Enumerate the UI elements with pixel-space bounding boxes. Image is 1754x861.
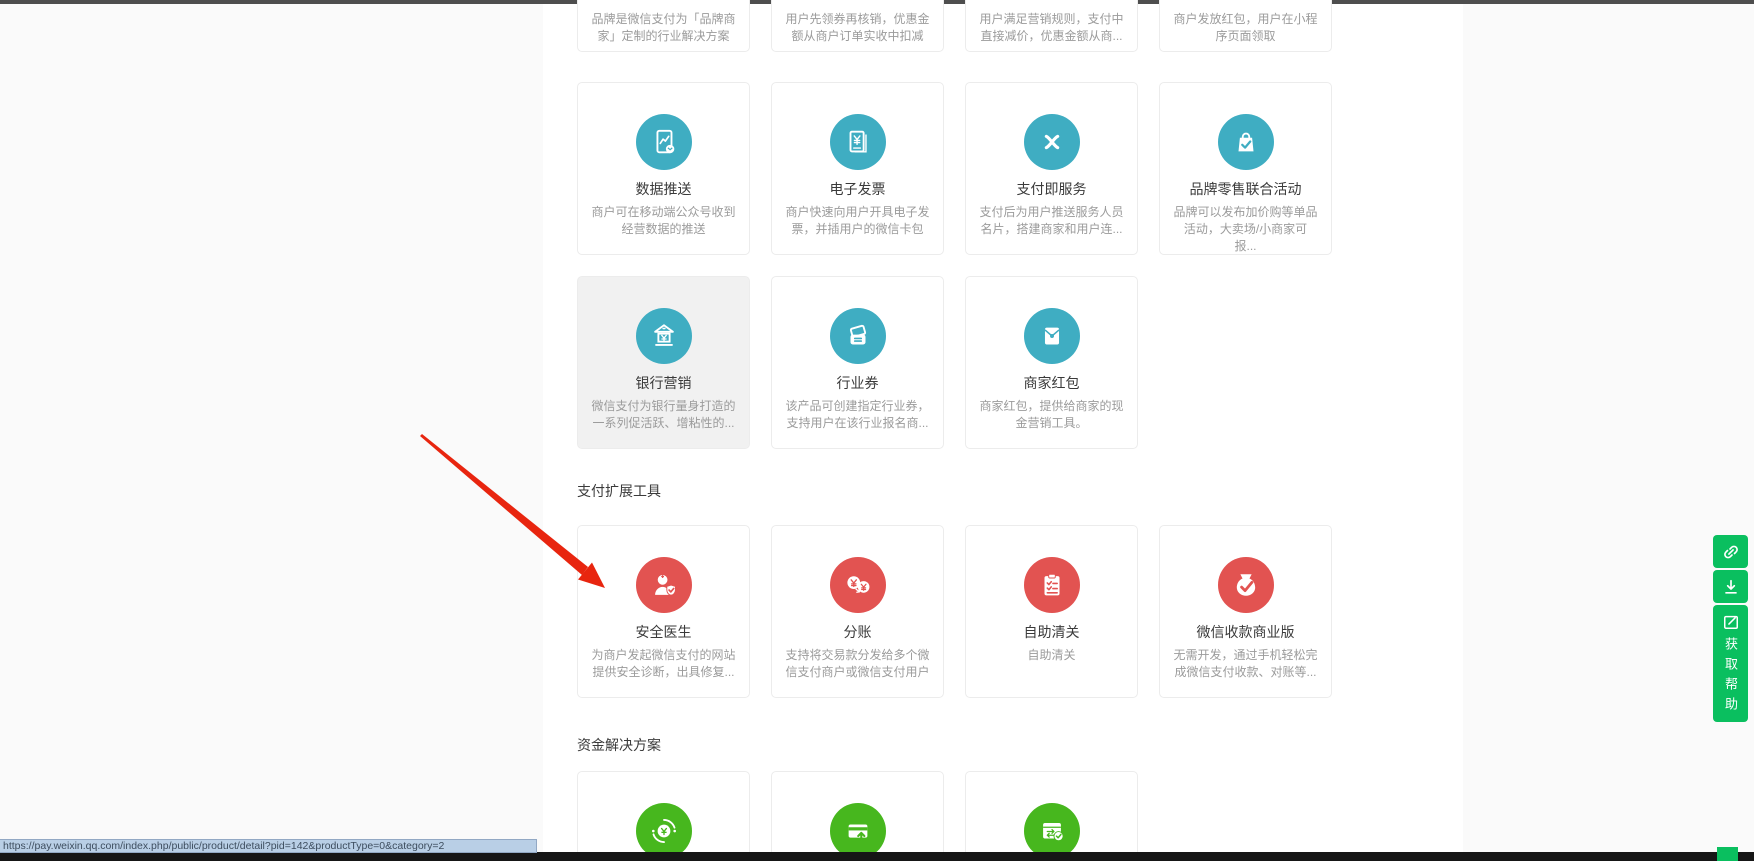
link-icon: [1721, 542, 1741, 562]
card-title: 电子发票: [785, 180, 930, 198]
product-card-brand-retail[interactable]: 品牌零售联合活动 品牌可以发布加价购等单品活动，大卖场/小商家可报...: [1159, 82, 1332, 255]
card-desc: 品牌是微信支付为「品牌商家」定制的行业解决方案: [591, 11, 736, 45]
section-title-funds-solution: 资金解决方案: [577, 735, 661, 755]
customs-clipboard-icon: [1024, 557, 1080, 613]
card-title: 支付即服务: [979, 180, 1124, 198]
download-button[interactable]: [1713, 570, 1748, 603]
product-card-coupon-redeem[interactable]: 用户先领券再核销，优惠金额从商户订单实收中扣减: [771, 0, 944, 52]
row-cut-top: 品牌是微信支付为「品牌商家」定制的行业解决方案 用户先领券再核销，优惠金额从商户…: [577, 0, 1332, 52]
card-title: 银行营销: [591, 374, 736, 392]
product-card-pay-as-service[interactable]: 支付即服务 支付后为用户推送服务人员名片，搭建商家和用户连...: [965, 82, 1138, 255]
product-card-merchant-redpacket[interactable]: 商家红包 商家红包，提供给商家的现金营销工具。: [965, 276, 1138, 449]
wallet-check-icon: [1024, 803, 1080, 859]
card-title: 分账: [785, 623, 930, 641]
product-card-discount[interactable]: 用户满足营销规则，支付中直接减价，优惠金额从商...: [965, 0, 1138, 52]
crossed-links-icon: [1024, 114, 1080, 170]
page: 品牌是微信支付为「品牌商家」定制的行业解决方案 用户先领券再核销，优惠金额从商户…: [0, 0, 1754, 861]
product-card-data-push[interactable]: 数据推送 商户可在移动端公众号收到经营数据的推送: [577, 82, 750, 255]
invoice-icon: [830, 114, 886, 170]
card-desc: 用户先领券再核销，优惠金额从商户订单实收中扣减: [785, 11, 930, 45]
bank-card-up-icon: [830, 803, 886, 859]
product-card-security-doctor[interactable]: 安全医生 为商户发起微信支付的网站提供安全诊断，出具修复...: [577, 525, 750, 698]
card-title: 微信收款商业版: [1173, 623, 1318, 641]
download-icon: [1721, 577, 1741, 597]
get-help-button[interactable]: 获取帮助: [1713, 605, 1748, 722]
red-packet-icon: [1024, 308, 1080, 364]
row-funds-solution: [577, 771, 1138, 861]
row-marketing-1: 数据推送 商户可在移动端公众号收到经营数据的推送 电子发票 商户快速向用户开具电…: [577, 82, 1332, 255]
product-card-funds-1[interactable]: [577, 771, 750, 861]
product-card-self-customs[interactable]: 自助清关 自助清关: [965, 525, 1138, 698]
card-title: 数据推送: [591, 180, 736, 198]
security-doctor-icon: [636, 557, 692, 613]
get-help-label: 获取帮助: [1713, 637, 1748, 717]
section-title-pay-extension: 支付扩展工具: [577, 481, 661, 501]
card-desc: 用户满足营销规则，支付中直接减价，优惠金额从商...: [979, 11, 1124, 45]
product-card-bank-marketing[interactable]: 银行营销 微信支付为银行量身打造的一系列促活跃、增粘性的...: [577, 276, 750, 449]
taskbar-strip: [0, 852, 1754, 861]
bank-yuan-icon: [636, 308, 692, 364]
card-desc: 商家红包，提供给商家的现金营销工具。: [979, 398, 1124, 432]
phone-chart-icon: [636, 114, 692, 170]
feedback-icon: [1721, 612, 1741, 632]
shopping-bag-check-icon: [1218, 114, 1274, 170]
card-desc: 商户发放红包，用户在小程序页面领取: [1173, 11, 1318, 45]
floating-toolbar: 获取帮助: [1713, 535, 1748, 722]
product-card-e-invoice[interactable]: 电子发票 商户快速向用户开具电子发票，并插用户的微信卡包: [771, 82, 944, 255]
coupon-stack-icon: [830, 308, 886, 364]
card-title: 自助清关: [979, 623, 1124, 641]
product-card-funds-2[interactable]: [771, 771, 944, 861]
product-card-industry-coupon[interactable]: 行业券 该产品可创建指定行业券，支持用户在该行业报名商...: [771, 276, 944, 449]
card-desc: 商户快速向用户开具电子发票，并插用户的微信卡包: [785, 204, 930, 238]
taskbar-green-badge: [1717, 847, 1738, 861]
card-desc: 商户可在移动端公众号收到经营数据的推送: [591, 204, 736, 238]
product-card-redpacket-mini[interactable]: 商户发放红包，用户在小程序页面领取: [1159, 0, 1332, 52]
card-title: 安全医生: [591, 623, 736, 641]
card-title: 商家红包: [979, 374, 1124, 392]
card-title: 行业券: [785, 374, 930, 392]
row-pay-extension: 安全医生 为商户发起微信支付的网站提供安全诊断，出具修复... 分账 支持将交易…: [577, 525, 1332, 698]
card-desc: 为商户发起微信支付的网站提供安全诊断，出具修复...: [591, 647, 736, 681]
card-desc: 自助清关: [979, 647, 1124, 664]
card-desc: 微信支付为银行量身打造的一系列促活跃、增粘性的...: [591, 398, 736, 432]
product-card-funds-3[interactable]: [965, 771, 1138, 861]
card-desc: 该产品可创建指定行业券，支持用户在该行业报名商...: [785, 398, 930, 432]
card-desc: 无需开发，通过手机轻松完成微信支付收款、对账等...: [1173, 647, 1318, 681]
profit-split-icon: [830, 557, 886, 613]
product-card-wechat-collect-biz[interactable]: 微信收款商业版 无需开发，通过手机轻松完成微信支付收款、对账等...: [1159, 525, 1332, 698]
coin-cycle-icon: [636, 803, 692, 859]
card-desc: 支付后为用户推送服务人员名片，搭建商家和用户连...: [979, 204, 1124, 238]
link-button[interactable]: [1713, 535, 1748, 568]
card-title: 品牌零售联合活动: [1173, 180, 1318, 198]
status-bar-url: https://pay.weixin.qq.com/index.php/publ…: [0, 839, 537, 853]
card-desc: 品牌可以发布加价购等单品活动，大卖场/小商家可报...: [1173, 204, 1318, 255]
product-card-profit-split[interactable]: 分账 支持将交易款分发给多个微信支付商户或微信支付用户: [771, 525, 944, 698]
product-card-brand[interactable]: 品牌是微信支付为「品牌商家」定制的行业解决方案: [577, 0, 750, 52]
money-pouch-check-icon: [1218, 557, 1274, 613]
card-desc: 支持将交易款分发给多个微信支付商户或微信支付用户: [785, 647, 930, 681]
row-marketing-2: 银行营销 微信支付为银行量身打造的一系列促活跃、增粘性的... 行业券 该产品可…: [577, 276, 1138, 449]
